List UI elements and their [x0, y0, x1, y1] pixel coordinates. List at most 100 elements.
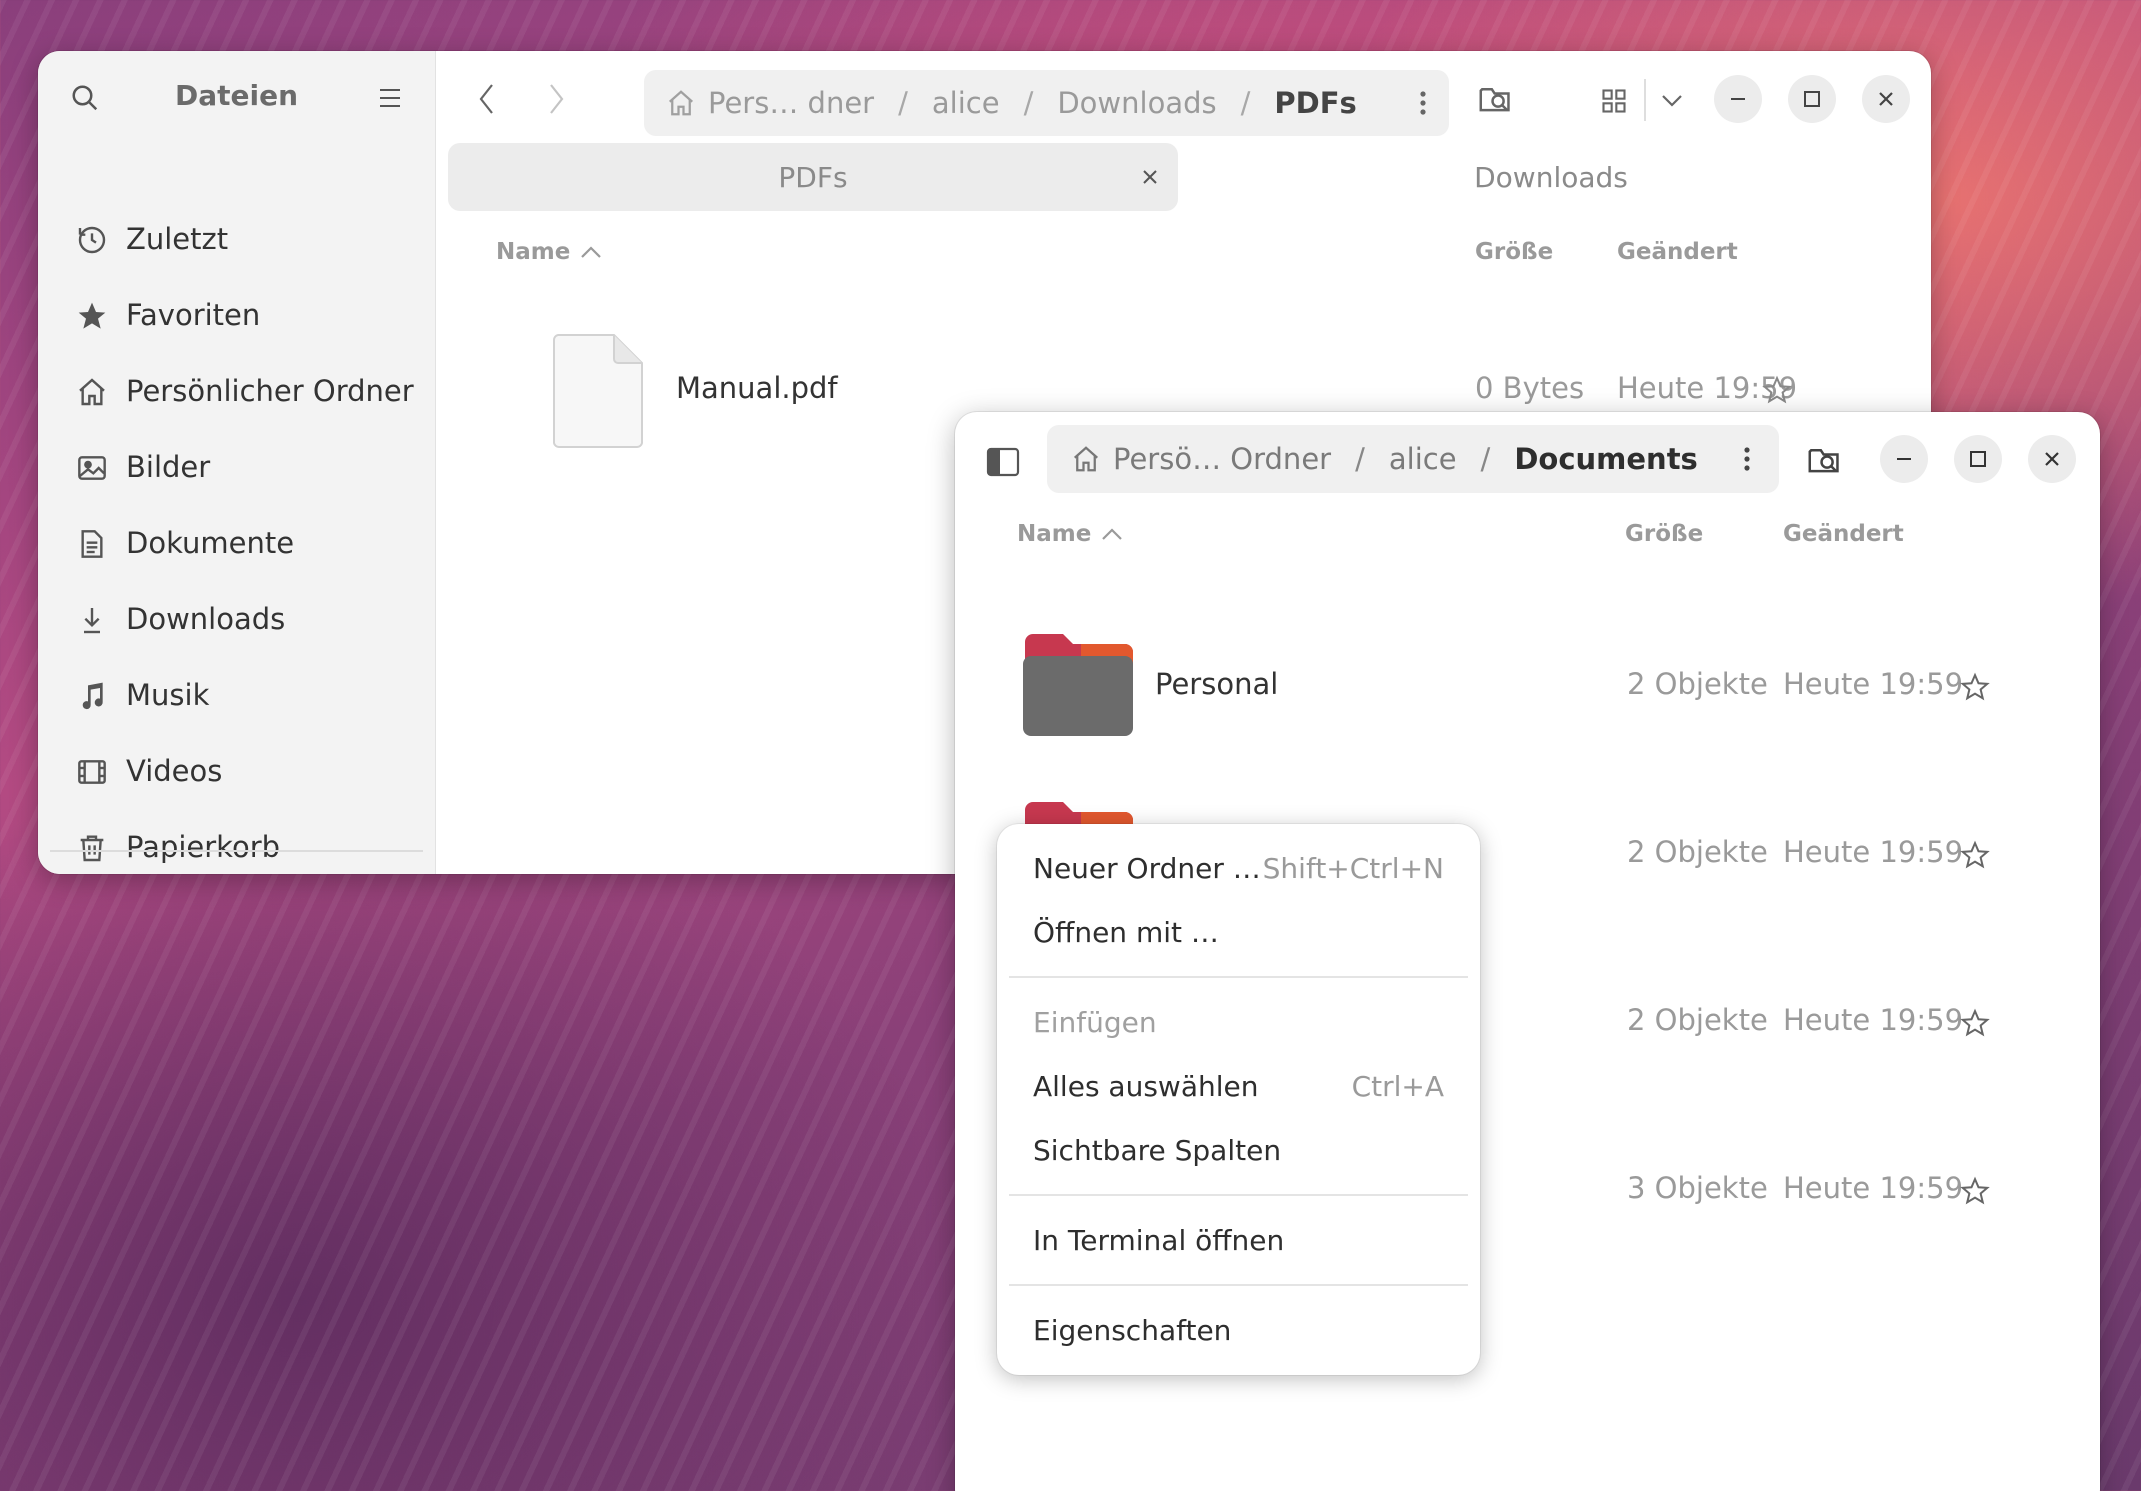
column-header-size[interactable]: Größe — [1475, 239, 1553, 265]
sidebar-item-musik[interactable]: Musik — [38, 657, 436, 733]
column-header-modified[interactable]: Geändert — [1617, 239, 1738, 265]
sidebar-divider — [50, 850, 423, 852]
menu-separator — [1009, 976, 1468, 978]
menu-item-shortcut: Ctrl+A — [1351, 1069, 1444, 1103]
kebab-menu-icon[interactable] — [1419, 90, 1427, 116]
grid-view-icon[interactable] — [1594, 81, 1634, 121]
sidebar-header: Dateien — [38, 51, 435, 141]
home-icon — [666, 88, 696, 118]
download-icon — [76, 604, 108, 636]
pdf-file-icon — [552, 333, 644, 449]
breadcrumb-alice[interactable]: alice — [932, 86, 1000, 120]
folder-icon — [1021, 632, 1135, 738]
folder-modified: Heute 19:59 — [1783, 667, 1964, 701]
folder-size: 2 Objekte — [1627, 1003, 1768, 1037]
maximize-button[interactable] — [1788, 75, 1836, 123]
breadcrumb-home[interactable]: Pers… dner — [708, 86, 874, 120]
star-outline-icon[interactable] — [1760, 373, 1794, 407]
column-header-size[interactable]: Größe — [1625, 521, 1703, 547]
path-bar[interactable]: Persö… Ordner / alice / Documents — [1047, 425, 1779, 493]
sidebar-item-downloads[interactable]: Downloads — [38, 581, 436, 657]
menu-item-open-terminal[interactable]: In Terminal öffnen — [1033, 1212, 1444, 1268]
home-icon — [76, 376, 108, 408]
tab-label: PDFs — [778, 161, 848, 194]
sort-ascending-icon[interactable] — [1099, 521, 1125, 547]
search-folder-icon[interactable] — [1474, 79, 1518, 119]
hamburger-menu-icon[interactable] — [375, 83, 405, 113]
sidebar-item-dokumente[interactable]: Dokumente — [38, 505, 436, 581]
menu-item-paste[interactable]: Einfügen — [1033, 994, 1444, 1050]
star-outline-icon[interactable] — [1958, 838, 1992, 872]
menu-item-new-folder[interactable]: Neuer Ordner … Shift+Ctrl+N — [1033, 840, 1444, 896]
star-outline-icon[interactable] — [1958, 1006, 1992, 1040]
sidebar-item-label: Zuletzt — [126, 222, 229, 256]
toolbar-divider — [1644, 79, 1646, 121]
breadcrumb-home[interactable]: Persö… Ordner — [1113, 442, 1331, 476]
search-folder-icon[interactable] — [1803, 440, 1847, 480]
folder-size: 3 Objekte — [1627, 1171, 1768, 1205]
menu-item-label: Einfügen — [1033, 1005, 1157, 1039]
sidebar-item-label: Persönlicher Ordner — [126, 374, 414, 408]
forward-arrow-icon[interactable] — [532, 75, 580, 123]
folder-size: 2 Objekte — [1627, 667, 1768, 701]
breadcrumb-current[interactable]: PDFs — [1274, 86, 1356, 120]
close-button[interactable] — [1862, 75, 1910, 123]
sidebar-item-zuletzt[interactable]: Zuletzt — [38, 201, 436, 277]
sidebar-item-label: Bilder — [126, 450, 211, 484]
minimize-button[interactable] — [1714, 75, 1762, 123]
star-outline-icon[interactable] — [1958, 1174, 1992, 1208]
breadcrumb-separator: / — [1355, 442, 1365, 476]
back-arrow-icon[interactable] — [463, 75, 511, 123]
column-header-name[interactable]: Name — [1017, 521, 1091, 547]
context-menu: Neuer Ordner … Shift+Ctrl+N Öffnen mit …… — [997, 824, 1480, 1375]
breadcrumb-separator: / — [898, 86, 908, 120]
sidebar-item-papierkorb[interactable]: Papierkorb — [38, 809, 436, 874]
tab-label: Downloads — [1474, 161, 1628, 194]
folder-size: 2 Objekte — [1627, 835, 1768, 869]
menu-separator — [1009, 1194, 1468, 1196]
sidebar-item-videos[interactable]: Videos — [38, 733, 436, 809]
maximize-button[interactable] — [1954, 435, 2002, 483]
minimize-button[interactable] — [1880, 435, 1928, 483]
sidebar-item-label: Favoriten — [126, 298, 261, 332]
folder-row[interactable]: Personal 2 Objekte Heute 19:59 — [985, 612, 2075, 762]
folder-name: Personal — [1155, 667, 1279, 701]
path-bar[interactable]: Pers… dner / alice / Downloads / PDFs — [644, 70, 1449, 136]
menu-item-label: In Terminal öffnen — [1033, 1223, 1285, 1257]
menu-item-properties[interactable]: Eigenschaften — [1033, 1302, 1444, 1358]
close-button[interactable] — [2028, 435, 2076, 483]
breadcrumb-separator: / — [1480, 442, 1491, 476]
kebab-menu-icon[interactable] — [1743, 446, 1751, 472]
sidebar-toggle-icon[interactable] — [981, 442, 1025, 482]
sidebar-item-favoriten[interactable]: Favoriten — [38, 277, 436, 353]
sidebar: Dateien Zuletzt Favoriten Persönlicher O… — [38, 51, 436, 874]
home-icon — [1071, 444, 1101, 474]
menu-item-open-with[interactable]: Öffnen mit … — [1033, 904, 1444, 960]
menu-item-select-all[interactable]: Alles auswählen Ctrl+A — [1033, 1058, 1444, 1114]
sort-ascending-icon[interactable] — [578, 239, 604, 265]
folder-modified: Heute 19:59 — [1783, 1003, 1964, 1037]
star-outline-icon[interactable] — [1958, 670, 1992, 704]
file-size: 0 Bytes — [1475, 371, 1585, 405]
sidebar-item-bilder[interactable]: Bilder — [38, 429, 436, 505]
menu-item-label: Öffnen mit … — [1033, 915, 1219, 949]
music-icon — [76, 680, 108, 712]
image-icon — [76, 452, 108, 484]
breadcrumb-separator: / — [1023, 86, 1034, 120]
sidebar-item-home[interactable]: Persönlicher Ordner — [38, 353, 436, 429]
breadcrumb-downloads[interactable]: Downloads — [1057, 86, 1216, 120]
close-tab-icon[interactable] — [1136, 163, 1164, 191]
video-icon — [76, 756, 108, 788]
column-header-modified[interactable]: Geändert — [1783, 521, 1904, 547]
sidebar-item-label: Videos — [126, 754, 223, 788]
file-name: Manual.pdf — [676, 371, 838, 405]
tab-pdfs[interactable]: PDFs — [448, 143, 1178, 211]
menu-item-visible-columns[interactable]: Sichtbare Spalten — [1033, 1122, 1444, 1178]
folder-modified: Heute 19:59 — [1783, 1171, 1964, 1205]
column-header-name[interactable]: Name — [496, 239, 570, 265]
breadcrumb-current[interactable]: Documents — [1514, 442, 1698, 476]
tab-downloads[interactable]: Downloads — [1186, 143, 1916, 211]
star-filled-icon — [76, 300, 108, 332]
breadcrumb-alice[interactable]: alice — [1389, 442, 1457, 476]
chevron-down-icon[interactable] — [1652, 81, 1692, 121]
